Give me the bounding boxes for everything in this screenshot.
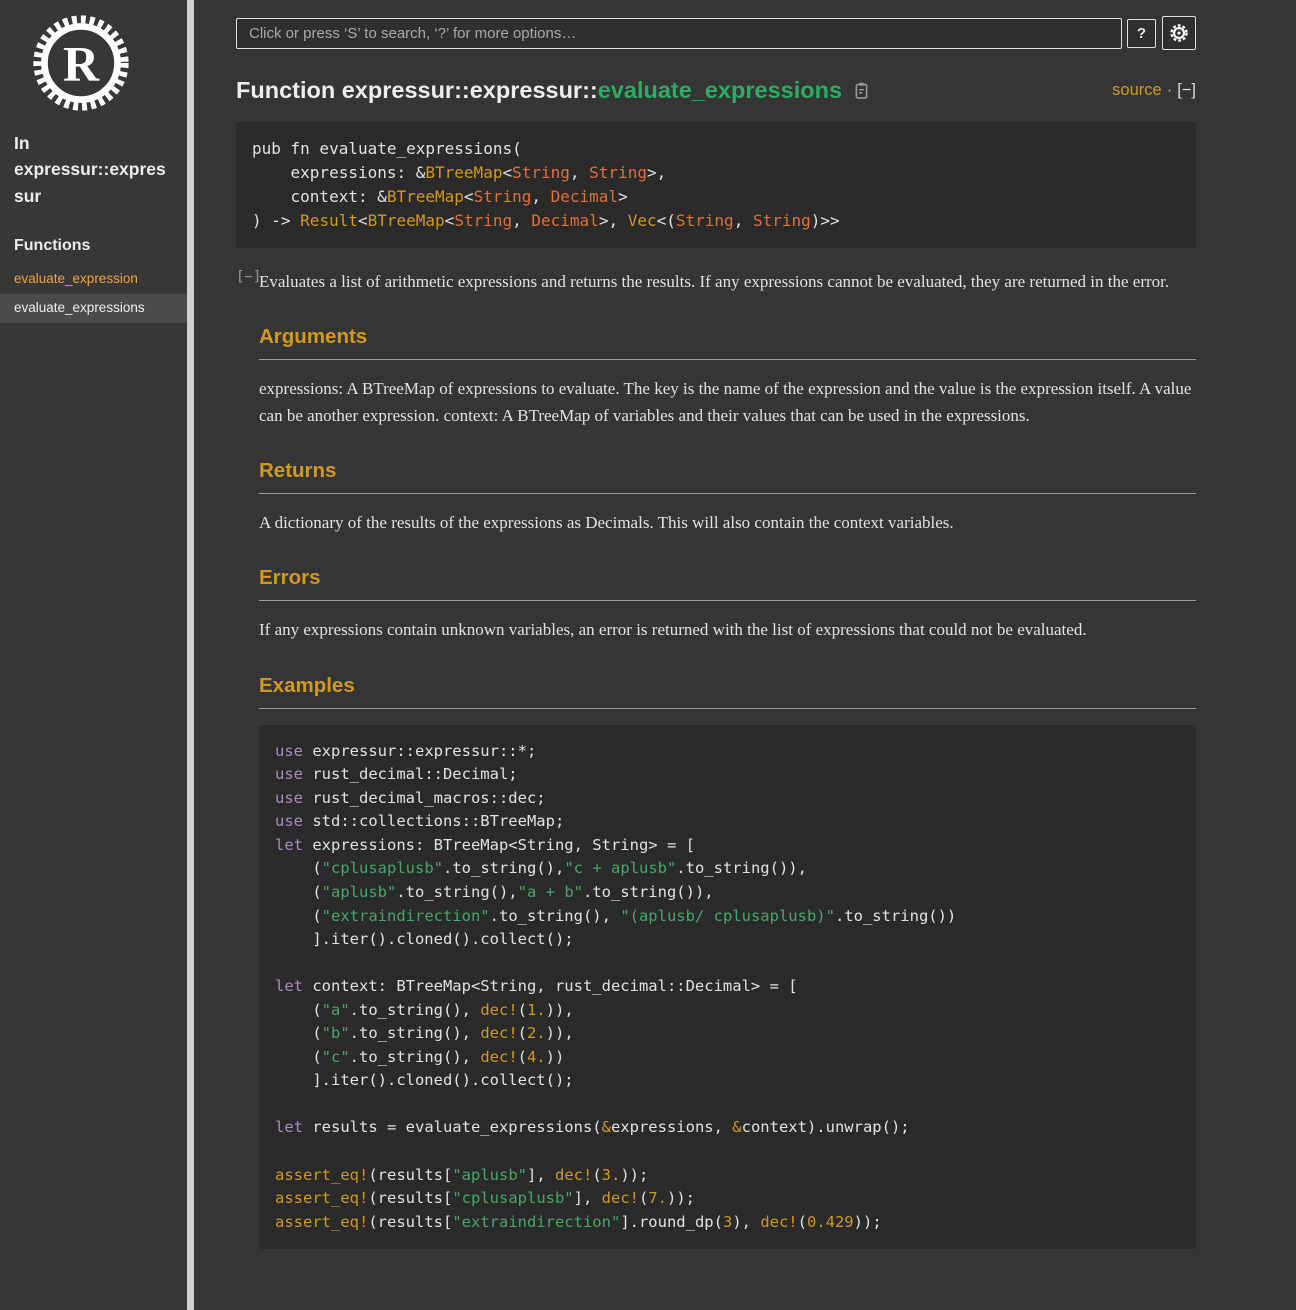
sidebar-section-functions: Functions — [14, 237, 173, 255]
main-content: ? Function expressur::expressur::evaluat… — [194, 0, 1296, 1310]
sidebar-crate-title[interactable]: In expressur::expressur — [14, 130, 166, 209]
function-signature: pub fn evaluate_expressions( expressions… — [236, 122, 1196, 248]
sidebar-function-list: evaluate_expressionevaluate_expressions — [0, 265, 187, 323]
sidebar-item-evaluate_expression[interactable]: evaluate_expression — [0, 265, 187, 294]
clipboard-icon — [852, 81, 871, 100]
arguments-text: expressions: A BTreeMap of expressions t… — [259, 376, 1196, 429]
function-name: evaluate_expressions — [598, 77, 842, 103]
section-heading-arguments[interactable]: Arguments — [259, 325, 1196, 360]
header-separator: · — [1167, 81, 1173, 99]
copy-path-button[interactable] — [852, 81, 871, 100]
page: R In expressur::expressur Functions eval… — [0, 0, 1296, 1310]
section-arguments: Arguments expressions: A BTreeMap of exp… — [259, 325, 1196, 429]
rust-logo[interactable]: R — [30, 12, 132, 114]
errors-text: If any expressions contain unknown varia… — [259, 617, 1196, 643]
function-description: Evaluates a list of arithmetic expressio… — [259, 269, 1169, 295]
search-input[interactable] — [236, 18, 1122, 49]
source-link[interactable]: source — [1112, 81, 1162, 99]
header-links: source ·[−] — [1112, 81, 1196, 100]
module-path-links[interactable]: expressur::expressur:: — [342, 77, 598, 103]
item-header: Function expressur::expressur::evaluate_… — [236, 77, 1196, 104]
collapse-all-toggle[interactable]: [−] — [1177, 81, 1196, 99]
search-bar: ? — [236, 16, 1196, 50]
sidebar-item-evaluate_expressions[interactable]: evaluate_expressions — [0, 294, 187, 323]
section-examples: Examples use expressur::expressur::*; us… — [259, 674, 1196, 1249]
description-row: [−] Evaluates a list of arithmetic expre… — [236, 269, 1196, 295]
docblock: Arguments expressions: A BTreeMap of exp… — [259, 325, 1196, 1249]
section-heading-errors[interactable]: Errors — [259, 566, 1196, 601]
item-kind-label: Function — [236, 77, 342, 103]
section-returns: Returns A dictionary of the results of t… — [259, 459, 1196, 536]
section-heading-examples[interactable]: Examples — [259, 674, 1196, 709]
doc-collapse-toggle[interactable]: [−] — [236, 269, 259, 295]
page-title: Function expressur::expressur::evaluate_… — [236, 77, 842, 104]
sidebar: R In expressur::expressur Functions eval… — [0, 0, 187, 1310]
svg-text:R: R — [63, 35, 100, 91]
help-button[interactable]: ? — [1127, 19, 1156, 48]
section-errors: Errors If any expressions contain unknow… — [259, 566, 1196, 643]
rust-logo-icon: R — [30, 12, 132, 114]
returns-text: A dictionary of the results of the expre… — [259, 510, 1196, 536]
section-heading-returns[interactable]: Returns — [259, 459, 1196, 494]
settings-button[interactable] — [1162, 16, 1196, 50]
sidebar-resizer[interactable] — [187, 0, 194, 1310]
gear-icon — [1168, 22, 1190, 44]
example-code-block: use expressur::expressur::*; use rust_de… — [259, 725, 1196, 1249]
